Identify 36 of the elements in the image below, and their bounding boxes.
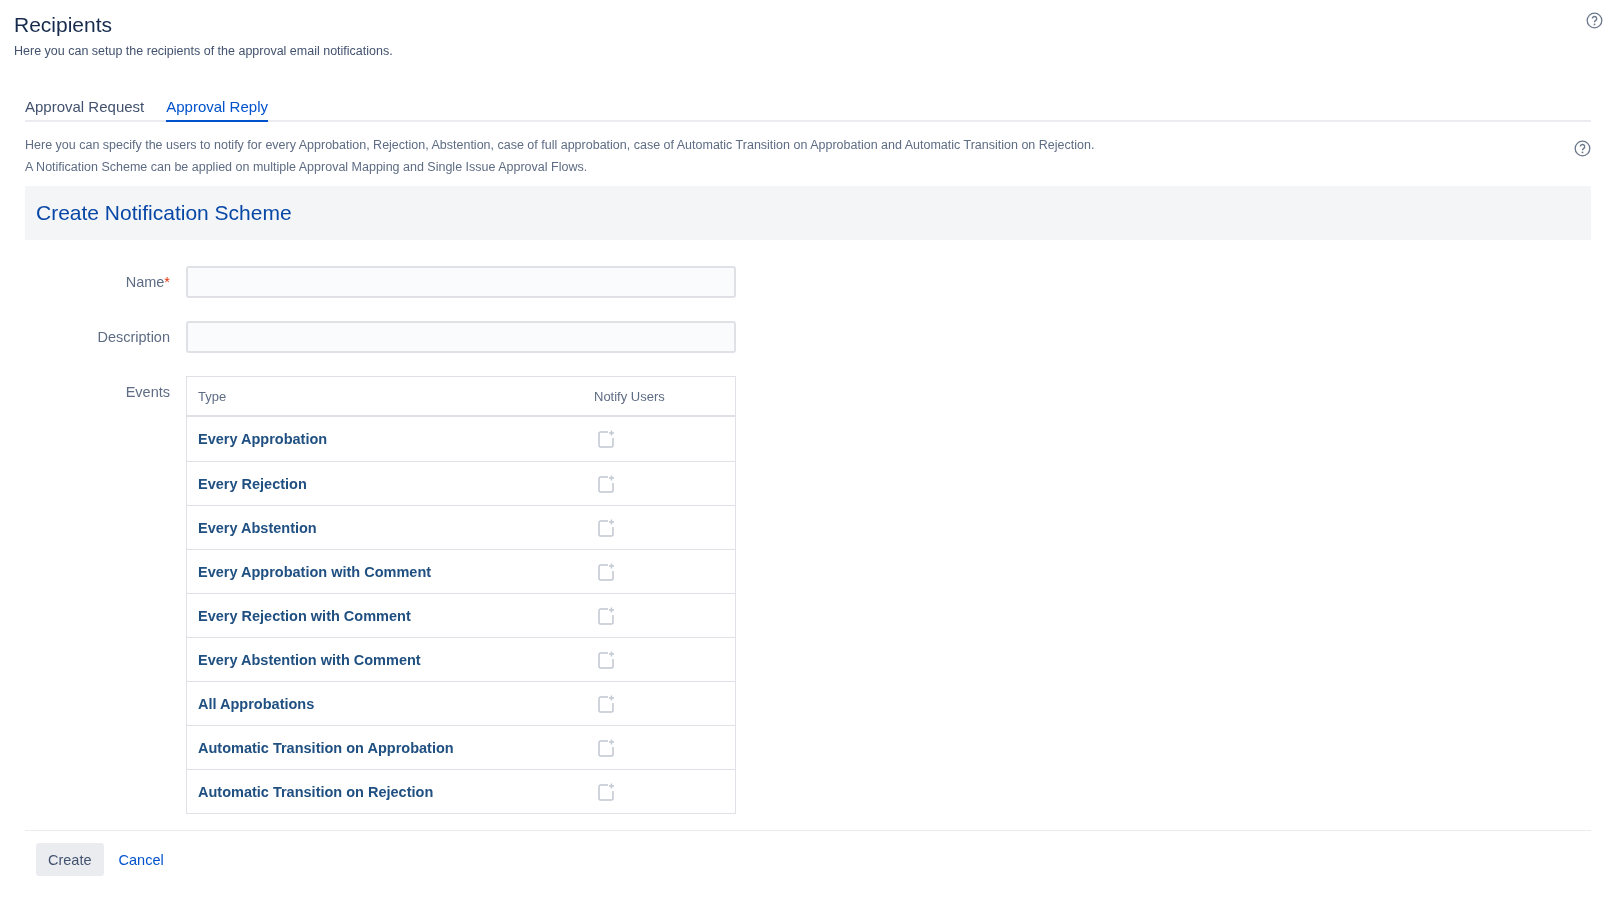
event-link[interactable]: Every Abstention bbox=[198, 519, 317, 536]
create-button[interactable]: Create bbox=[36, 843, 104, 876]
event-link[interactable]: Every Rejection with Comment bbox=[198, 607, 411, 624]
add-users-icon[interactable] bbox=[596, 737, 616, 758]
add-users-icon[interactable] bbox=[596, 693, 616, 714]
intro-text: Here you can specify the users to notify for every Approbation, Rejection, Abstention, case of full approbation, case of Automatic Transition on Approbation and Automatic Transition on Rejection. bbox=[25, 137, 1095, 154]
add-users-icon[interactable] bbox=[596, 781, 616, 802]
page-subtitle: Here you can setup the recipients of the approval email notifications. bbox=[14, 44, 393, 58]
cancel-link[interactable]: Cancel bbox=[118, 851, 164, 868]
form-title: Create Notification Scheme bbox=[36, 200, 293, 226]
column-header: Notify Users bbox=[594, 388, 666, 404]
help-icon[interactable] bbox=[1586, 12, 1603, 29]
add-users-icon[interactable] bbox=[596, 649, 616, 670]
event-link[interactable]: Every Approbation with Comment bbox=[198, 563, 432, 580]
add-users-icon[interactable] bbox=[596, 517, 616, 538]
add-users-icon[interactable] bbox=[596, 561, 616, 582]
intro-text: A Notification Scheme can be applied on multiple Approval Mapping and Single Issue Approval Flows. bbox=[25, 159, 589, 176]
add-users-icon[interactable] bbox=[596, 429, 616, 449]
event-link[interactable]: Every Rejection bbox=[198, 475, 307, 492]
add-users-icon[interactable] bbox=[596, 473, 616, 494]
page-title: Recipients bbox=[14, 12, 114, 38]
add-users-icon[interactable] bbox=[596, 605, 616, 626]
event-link[interactable]: Automatic Transition on Rejection bbox=[198, 783, 434, 800]
tab[interactable]: Approval Reply bbox=[166, 98, 268, 122]
field-label: Name* bbox=[124, 273, 170, 290]
event-link[interactable]: All Approbations bbox=[198, 695, 315, 712]
column-header: Type bbox=[198, 388, 228, 404]
event-link[interactable]: Every Approbation bbox=[198, 431, 328, 447]
field-label: Description bbox=[96, 328, 170, 345]
field-label: Events bbox=[124, 383, 170, 400]
event-link[interactable]: Every Abstention with Comment bbox=[198, 651, 421, 668]
help-icon[interactable] bbox=[1574, 140, 1591, 157]
name-field[interactable] bbox=[186, 266, 736, 298]
tab[interactable]: Approval Request bbox=[25, 98, 145, 122]
description-field[interactable] bbox=[186, 321, 736, 353]
event-link[interactable]: Automatic Transition on Approbation bbox=[198, 739, 454, 756]
